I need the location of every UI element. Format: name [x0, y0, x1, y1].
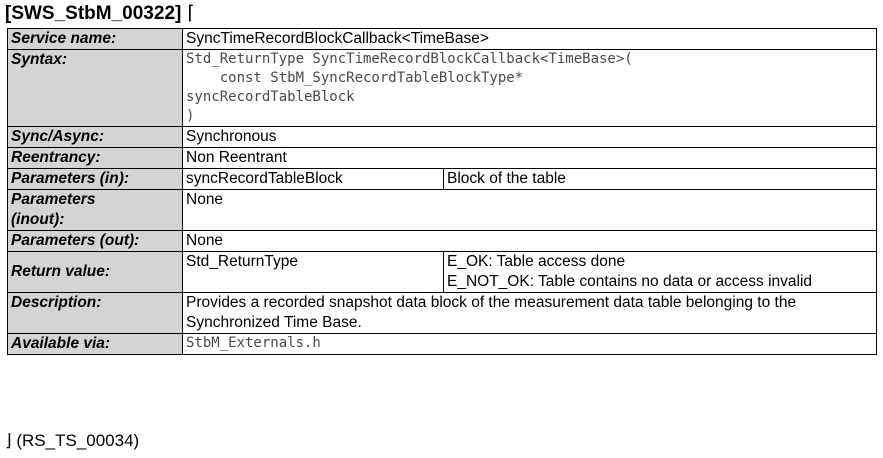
description-text: Provides a recorded snapshot data block … [181, 292, 878, 334]
sync-async-value: Synchronous [181, 126, 878, 148]
parameters-inout-label-line: Parameters [11, 191, 96, 208]
parameters-in-description: Block of the table [442, 168, 878, 190]
requirement-id: [SWS_StbM_00322] [5, 3, 182, 24]
syntax-label: Syntax: [7, 49, 183, 127]
syntax-code: Std_ReturnType SyncTimeRecordBlockCallba… [181, 49, 878, 127]
sync-async-label: Sync/Async: [7, 126, 183, 148]
parameters-out-label: Parameters (out): [7, 230, 183, 252]
row-service-name: Service name: SyncTimeRecordBlockCallbac… [7, 28, 878, 50]
available-via-label: Available via: [7, 333, 183, 355]
row-available-via: Available via: StbM_Externals.h [7, 333, 878, 355]
row-parameters-out: Parameters (out): None [7, 230, 878, 252]
parameters-inout-value: None [181, 189, 878, 231]
return-value-label: Return value: [7, 251, 183, 293]
row-return-value: Return value: Std_ReturnType E_OK: Table… [7, 251, 878, 293]
syntax-line: syncRecordTableBlock [186, 89, 355, 105]
row-reentrancy: Reentrancy: Non Reentrant [7, 147, 878, 169]
row-syntax: Syntax: Std_ReturnType SyncTimeRecordBlo… [7, 49, 878, 127]
parameters-inout-label: Parameters (inout): [7, 189, 183, 231]
requirement-open-bracket: ⌈ [187, 3, 195, 24]
reentrancy-label: Reentrancy: [7, 147, 183, 169]
available-via-value: StbM_Externals.h [181, 333, 878, 355]
parameters-inout-label-line: (inout): [11, 211, 65, 228]
reentrancy-value: Non Reentrant [181, 147, 878, 169]
parameters-in-label: Parameters (in): [7, 168, 183, 190]
requirement-trace: ⌋ (RS_TS_00034) [5, 431, 140, 450]
description-label: Description: [7, 292, 183, 334]
syntax-line: const StbM_SyncRecordTableBlockType* [186, 70, 524, 86]
service-name-label: Service name: [7, 28, 183, 50]
syntax-line: ) [186, 108, 195, 124]
return-value-type: Std_ReturnType [182, 251, 444, 293]
parameters-in-name: syncRecordTableBlock [182, 168, 444, 190]
syntax-line: Std_ReturnType SyncTimeRecordBlockCallba… [186, 51, 633, 67]
row-parameters-inout: Parameters (inout): None [7, 189, 878, 231]
row-description: Description: Provides a recorded snapsho… [7, 292, 878, 334]
service-name-value: SyncTimeRecordBlockCallback<TimeBase> [181, 28, 878, 50]
return-code: E_NOT_OK: Table contains no data or acce… [447, 273, 813, 290]
return-code: E_OK: Table access done [447, 253, 626, 270]
row-sync-async: Sync/Async: Synchronous [7, 126, 878, 148]
row-parameters-in: Parameters (in): syncRecordTableBlock Bl… [7, 168, 878, 190]
service-spec-table: Service name: SyncTimeRecordBlockCallbac… [7, 28, 878, 355]
return-value-codes: E_OK: Table access done E_NOT_OK: Table c… [442, 251, 878, 293]
requirement-header: [SWS_StbM_00322] ⌈ [5, 2, 195, 26]
parameters-out-value: None [181, 230, 878, 252]
